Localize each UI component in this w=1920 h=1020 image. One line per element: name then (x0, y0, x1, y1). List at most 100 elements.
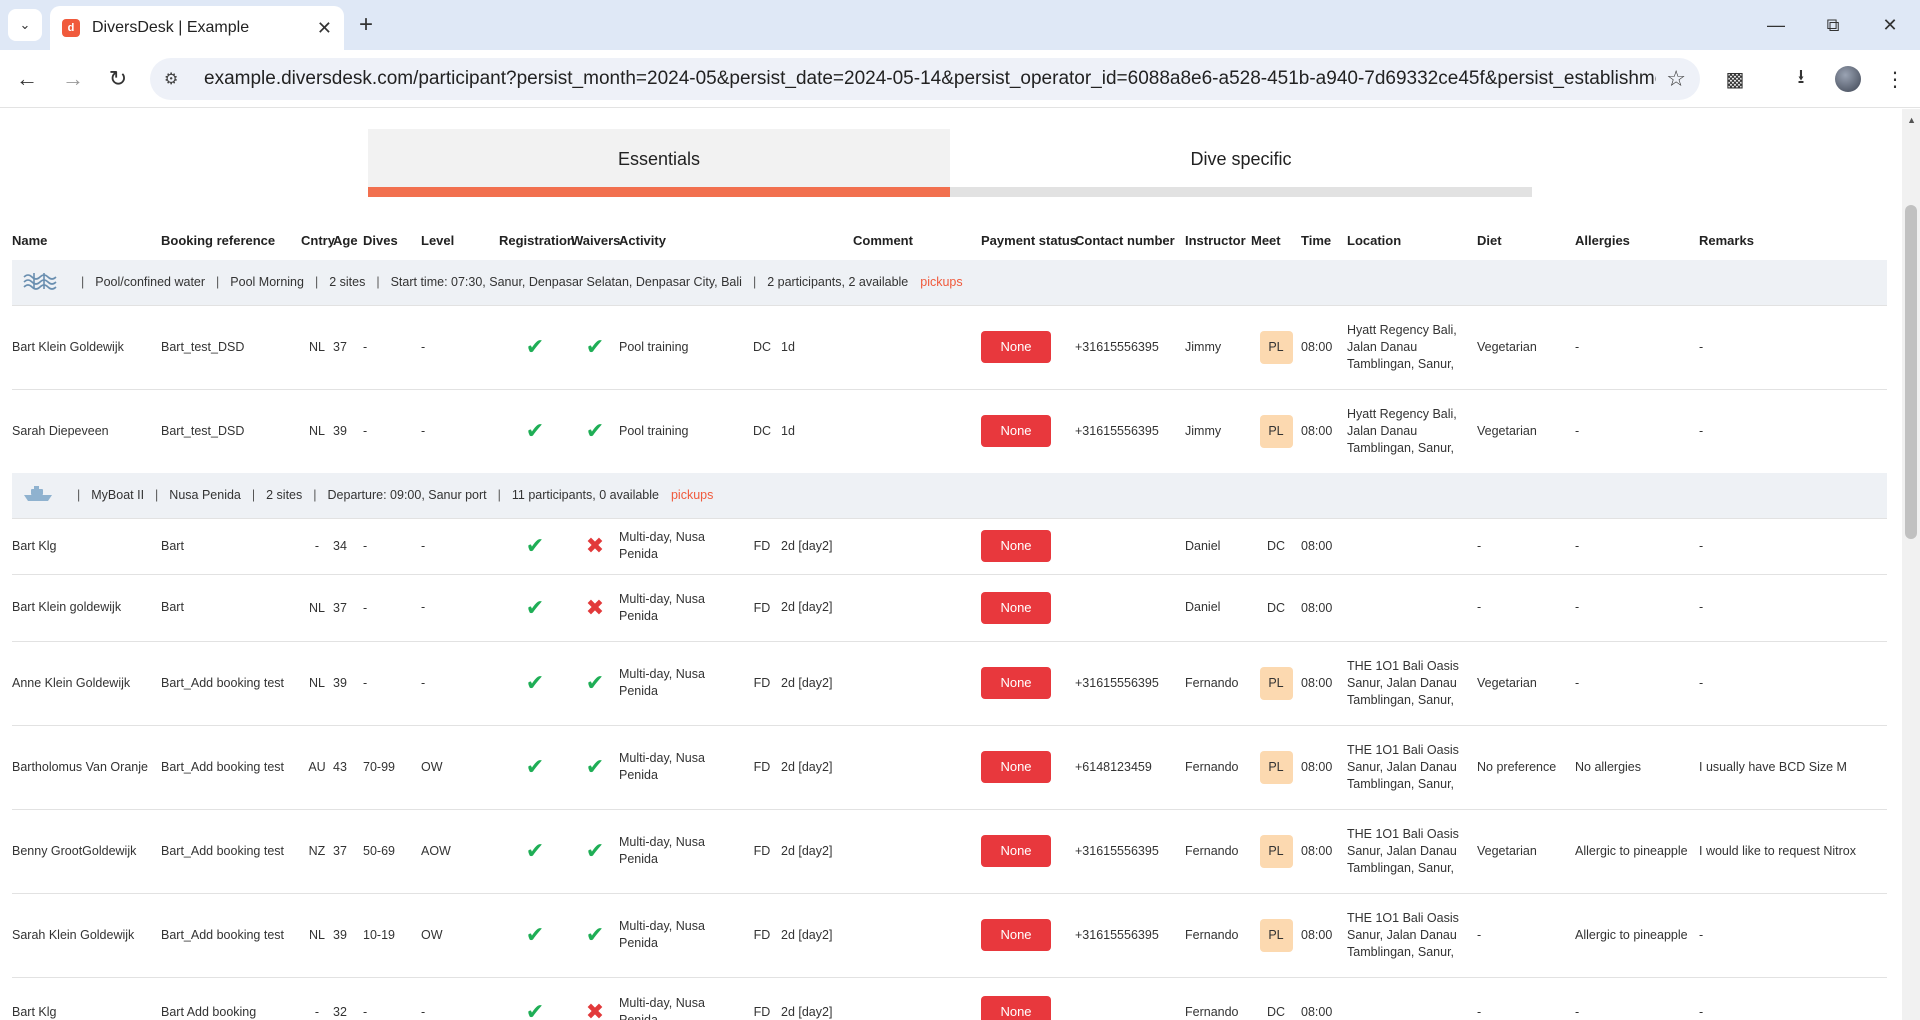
col-dives[interactable]: Dives (363, 220, 421, 260)
back-icon[interactable]: ← (12, 64, 42, 94)
scrollbar[interactable]: ▲ (1902, 109, 1920, 1020)
download-icon[interactable]: ⭳ (1786, 64, 1816, 94)
tab-dive-specific[interactable]: Dive specific (950, 129, 1532, 189)
trip-summary: | MyBoat II | Nusa Penida | 2 sites | Departure… (12, 473, 1887, 518)
trip-group-header[interactable]: | Pool/confined water | Pool Morning | 2 site… (12, 260, 1887, 305)
payment-status-button[interactable]: None (981, 331, 1051, 363)
booking-reference-link[interactable]: Bart (161, 517, 301, 574)
col-name[interactable]: Name (12, 220, 161, 260)
participant-name-link[interactable]: Sarah Diepeveen (12, 388, 161, 473)
close-tab-icon[interactable]: ✕ (317, 18, 332, 39)
payment-status-button[interactable]: None (981, 835, 1051, 867)
table-row[interactable]: Bart Klein goldewijk Bart NL 37- - ✔ ✖ Multi-da… (12, 573, 1887, 641)
col-booking[interactable]: Booking reference (161, 220, 301, 260)
participant-name-link[interactable]: Bart Klg (12, 976, 161, 1020)
participant-name-link[interactable]: Bart Klein Goldewijk (12, 304, 161, 389)
restore-icon[interactable]: ⧉ (1815, 10, 1851, 40)
col-diet[interactable]: Diet (1477, 220, 1575, 260)
contact-number-link[interactable] (1065, 573, 1185, 641)
participant-name-link[interactable]: Bart Klg (12, 517, 161, 574)
booking-reference-link[interactable]: Bart_Add booking test (161, 808, 301, 893)
booking-reference-link[interactable]: Bart_Add booking test (161, 892, 301, 977)
col-level[interactable]: Level (421, 220, 499, 260)
check-icon: ✔ (525, 999, 545, 1020)
table-row[interactable]: Benny GrootGoldewijk Bart_Add booking tes… (12, 808, 1887, 893)
trip-sites: 2 sites (266, 487, 303, 502)
registration-cell: ✔ (499, 976, 571, 1020)
scrollbar-thumb[interactable] (1905, 205, 1917, 539)
tab-search-chevron-icon[interactable]: ⌄ (8, 9, 42, 41)
bookmark-star-icon[interactable]: ☆ (1666, 66, 1686, 92)
contact-number-link[interactable] (1065, 517, 1185, 574)
col-cntry[interactable]: Cntry (301, 220, 335, 260)
payment-status-button[interactable]: None (981, 415, 1051, 448)
contact-number-link[interactable]: +31615556395 (1065, 640, 1185, 725)
contact-number-link[interactable]: +6148123459 (1065, 724, 1185, 809)
participant-name-link[interactable]: Bart Klein goldewijk (12, 573, 161, 641)
participant-name-link[interactable]: Sarah Klein Goldewijk (12, 892, 161, 977)
col-meet[interactable]: Meet (1251, 220, 1301, 260)
contact-number-link[interactable]: +31615556395 (1065, 808, 1185, 893)
tab-title: DiversDesk | Example (92, 19, 250, 36)
scroll-up-icon[interactable]: ▲ (1907, 115, 1916, 125)
activity-cell: Multi-day, Nusa Penida (619, 724, 743, 809)
profile-avatar[interactable] (1835, 66, 1861, 92)
pickups-link[interactable]: pickups (671, 488, 713, 502)
col-payment[interactable]: Payment status (981, 220, 1077, 260)
table-row[interactable]: Bart Klg Bart Add booking -32- - ✔ ✖ Multi-day… (12, 976, 1887, 1020)
participant-name-link[interactable]: Bartholomus Van Oranje (12, 724, 161, 809)
table-row[interactable]: Bart Klg Bart -34- - ✔ ✖ Multi-day, Nusa Penid… (12, 517, 1887, 574)
col-comment[interactable]: Comment (781, 220, 981, 260)
booking-reference-link[interactable]: Bart_Add booking test (161, 640, 301, 725)
table-row[interactable]: Sarah Klein Goldewijk Bart_Add booking te… (12, 892, 1887, 977)
booking-reference-link[interactable]: Bart_test_DSD (161, 304, 301, 389)
contact-number-link[interactable] (1065, 976, 1185, 1020)
booking-reference-link[interactable]: Bart_Add booking test (161, 724, 301, 809)
forward-icon[interactable]: → (58, 64, 88, 94)
col-age[interactable]: Age (333, 220, 363, 260)
col-contact[interactable]: Contact number (1065, 220, 1185, 260)
new-tab-icon[interactable]: + (352, 11, 380, 39)
participant-name-link[interactable]: Benny GrootGoldewijk (12, 808, 161, 893)
duration-cell: 2d [day2] (781, 808, 981, 893)
col-location[interactable]: Location (1347, 220, 1477, 260)
payment-status-button[interactable]: None (981, 996, 1051, 1020)
payment-status-button[interactable]: None (981, 591, 1051, 624)
booking-reference-link[interactable]: Bart Add booking (161, 976, 301, 1020)
table-row[interactable]: Anne Klein Goldewijk Bart_Add booking tes… (12, 640, 1887, 725)
col-time[interactable]: Time (1301, 220, 1347, 260)
col-instructor[interactable]: Instructor (1185, 220, 1251, 260)
country-cell: NL (301, 640, 333, 725)
col-remarks[interactable]: Remarks (1699, 220, 1887, 260)
table-row[interactable]: Bart Klein Goldewijk Bart_test_DSD NL 37- - ✔… (12, 304, 1887, 389)
site-info-icon[interactable]: ⚙ (164, 69, 194, 89)
contact-number-link[interactable]: +31615556395 (1065, 304, 1185, 389)
close-window-icon[interactable]: ✕ (1872, 10, 1908, 40)
minimize-icon[interactable]: — (1758, 10, 1794, 40)
browser-menu-icon[interactable]: ⋮ (1880, 64, 1910, 94)
booking-reference-link[interactable]: Bart_test_DSD (161, 388, 301, 473)
payment-status-button[interactable]: None (981, 530, 1051, 562)
booking-reference-link[interactable]: Bart (161, 573, 301, 641)
pickups-link[interactable]: pickups (920, 275, 962, 289)
reload-icon[interactable]: ↻ (103, 64, 133, 94)
contact-number-link[interactable]: +31615556395 (1065, 388, 1185, 473)
tab-essentials[interactable]: Essentials (368, 129, 950, 189)
table-row[interactable]: Sarah Diepeveen Bart_test_DSD NL 39- - ✔ ✔ Pool… (12, 388, 1887, 473)
participant-name-link[interactable]: Anne Klein Goldewijk (12, 640, 161, 725)
url-text[interactable]: example.diversdesk.com/participant?persi… (204, 68, 1656, 90)
col-registration[interactable]: Registration (499, 220, 575, 260)
payment-status-button[interactable]: None (981, 667, 1051, 699)
col-allergies[interactable]: Allergies (1575, 220, 1699, 260)
col-activity[interactable]: Activity (619, 220, 743, 260)
instructor-cell: Jimmy (1185, 388, 1251, 473)
payment-status-button[interactable]: None (981, 751, 1051, 783)
browser-tab[interactable]: d DiversDesk | Example ✕ (50, 6, 344, 50)
payment-status-button[interactable]: None (981, 919, 1051, 951)
contact-number-link[interactable]: +31615556395 (1065, 892, 1185, 977)
col-waivers[interactable]: Waivers (571, 220, 620, 260)
table-row[interactable]: Bartholomus Van Oranje Bart_Add booking t… (12, 724, 1887, 809)
address-bar[interactable]: ⚙ example.diversdesk.com/participant?per… (150, 58, 1700, 100)
extensions-icon[interactable]: ▩ (1720, 64, 1750, 94)
trip-group-header[interactable]: | MyBoat II | Nusa Penida | 2 sites | Departure… (12, 473, 1887, 518)
